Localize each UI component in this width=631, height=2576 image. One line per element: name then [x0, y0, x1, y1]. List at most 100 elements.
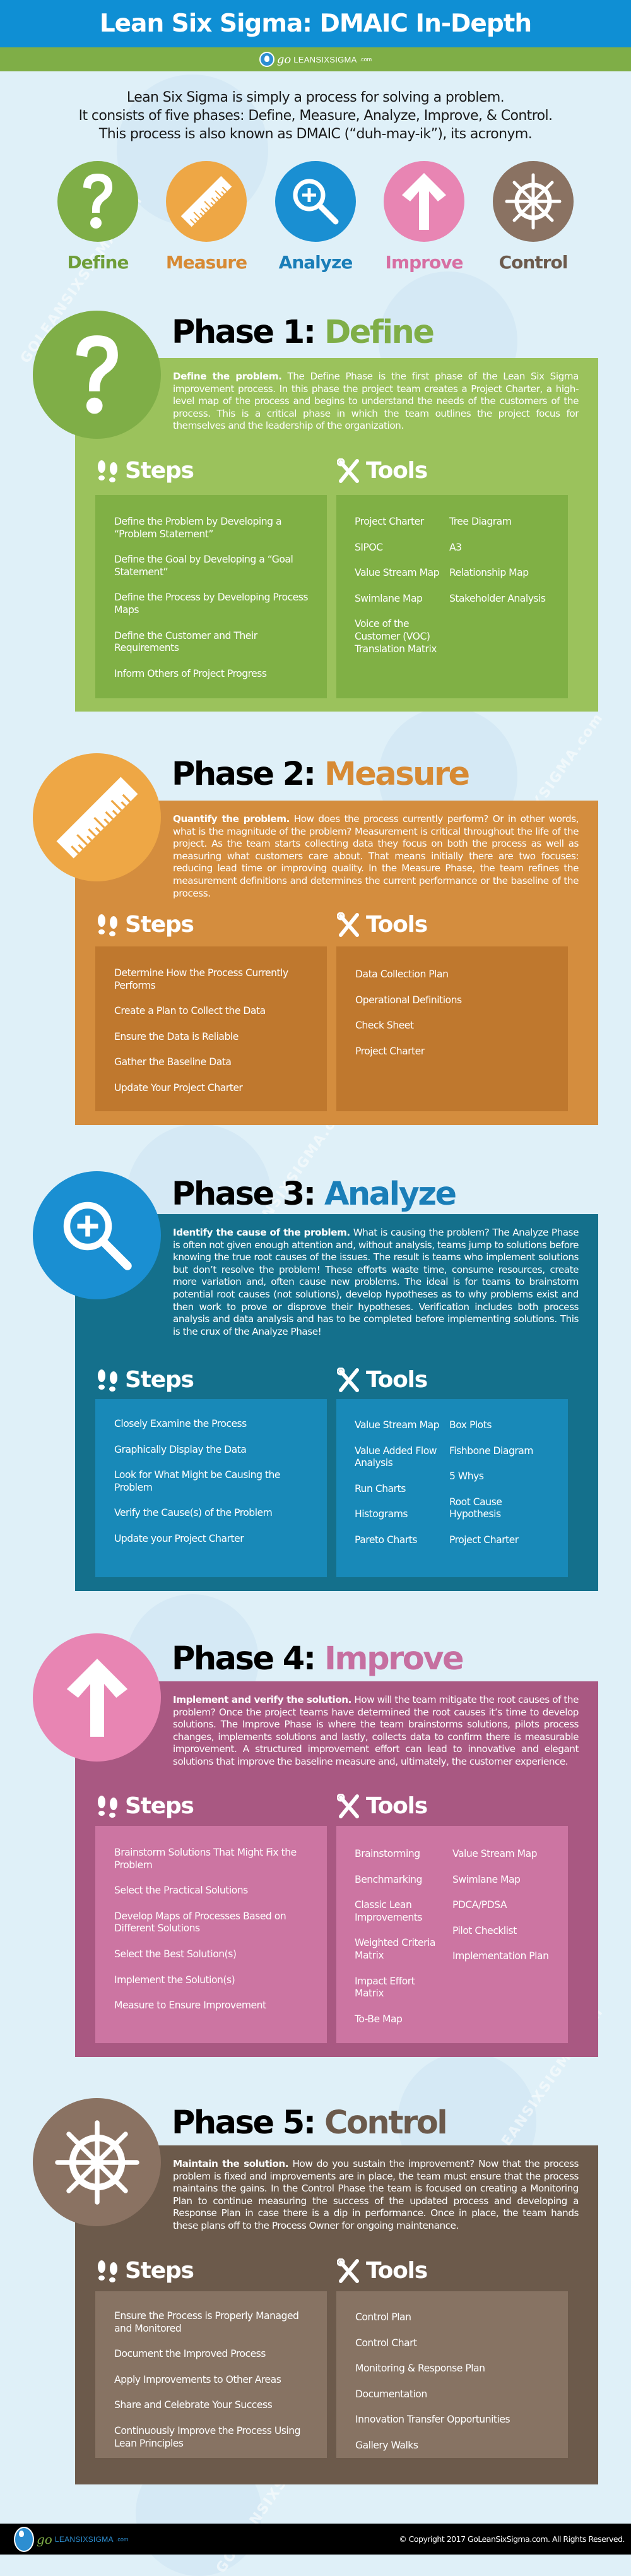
footer-brand-logo[interactable]: go LEANSIXSIGMA .com — [14, 2526, 129, 2552]
tool-item: To-Be Map — [355, 2013, 403, 2025]
step-item: Share and Celebrate Your Success — [114, 2399, 273, 2411]
tool-item: Weighted Criteria Matrix — [355, 1937, 435, 1961]
brand-go: go — [276, 52, 292, 66]
overview-define[interactable]: Define — [50, 161, 145, 273]
footer: go LEANSIXSIGMA .com © Copyright 2017 Go… — [0, 2524, 631, 2555]
brand-logo[interactable]: go LEANSIXSIGMA .com — [259, 52, 372, 67]
tool-item: Data Collection Plan — [355, 969, 449, 980]
tool-item: Voice of the Customer (VOC) Translation … — [355, 618, 437, 655]
step-item: Define the Goal by Developing a “Goal St… — [114, 554, 293, 578]
tool-item: Brainstorming — [355, 1848, 420, 1859]
steps-list: Closely Examine the Process Graphically … — [114, 1418, 314, 1559]
overview-label: Analyze — [278, 252, 353, 273]
tools-heading: Tools — [337, 458, 428, 484]
step-item: Document the Improved Process — [114, 2348, 266, 2360]
step-item: Ensure the Process is Properly Managed a… — [114, 2310, 299, 2334]
tool-item: Value Added Flow Analysis — [355, 1445, 437, 1469]
tools-column: Box Plots Fishbone Diagram 5 Whys Root C… — [449, 1419, 547, 1560]
step-item: Continuously Improve the Process Using L… — [114, 2424, 300, 2449]
overview-label: Measure — [165, 252, 247, 273]
phase-name: Analyze — [324, 1176, 457, 1213]
phase-prefix: Phase 5: — [172, 2104, 324, 2142]
steps-list: Ensure the Process is Properly Managed a… — [114, 2310, 314, 2463]
overview-circle — [493, 161, 574, 242]
steps-box: Define the Problem by Developing a “Prob… — [95, 495, 327, 698]
step-item: Apply Improvements to Other Areas — [114, 2373, 281, 2385]
tools-box: Data Collection Plan Operational Definit… — [336, 946, 568, 1111]
phase-measure-circle — [33, 753, 161, 881]
step-item: Verify the Cause(s) of the Problem — [114, 1507, 273, 1519]
tools-column: Brainstorming Benchmarking Classic Lean … — [355, 1848, 446, 2039]
magnifier-plus-icon — [293, 179, 339, 225]
overview-control[interactable]: Control — [486, 161, 581, 273]
page-title: Lean Six Sigma: DMAIC In-Depth — [99, 9, 532, 38]
phase-name: Define — [324, 314, 435, 351]
steps-list: Brainstorm Solutions That Might Fix the … — [114, 1847, 314, 2025]
tool-item: Control Plan — [355, 2311, 411, 2323]
overview-circle — [384, 161, 464, 242]
tool-item: 5 Whys — [449, 1470, 484, 1482]
tools-label: Tools — [366, 1793, 428, 1819]
phase-analyze-circle — [33, 1171, 161, 1299]
phase-name: Measure — [324, 756, 470, 793]
tools-grid: Brainstorming Benchmarking Classic Lean … — [355, 1848, 562, 2039]
phase-lead: Maintain the solution. — [173, 2158, 289, 2169]
tool-item: Classic Lean Improvements — [355, 1899, 423, 1923]
wrench-screwdriver-icon — [337, 1793, 359, 1818]
tool-item: Value Stream Map — [355, 567, 440, 579]
wrench-screwdriver-icon — [337, 1367, 359, 1392]
overview-improve[interactable]: Improve — [377, 161, 471, 273]
tool-item: Control Chart — [355, 2337, 417, 2349]
phase-improve-title: Phase 4: Improve — [172, 1640, 464, 1678]
tools-label: Tools — [366, 1367, 428, 1393]
title-bar: Lean Six Sigma: DMAIC In-Depth — [0, 0, 631, 47]
step-item: Update your Project Charter — [114, 1532, 244, 1544]
step-item: Gather the Baseline Data — [114, 1056, 232, 1068]
wrench-screwdriver-icon — [337, 2258, 359, 2283]
intro-line: This process is also known as DMAIC (“du… — [98, 126, 533, 142]
question-mark-icon — [76, 335, 118, 414]
arrow-up-icon — [402, 173, 446, 230]
brand-com: .com — [115, 2536, 129, 2543]
step-item: Inform Others of Project Progress — [114, 667, 267, 679]
phase-prefix: Phase 2: — [172, 756, 324, 793]
steps-box: Ensure the Process is Properly Managed a… — [95, 2291, 327, 2458]
phase-body: What is causing the problem? The Analyze… — [173, 1227, 579, 1337]
phase-define-title: Phase 1: Define — [172, 314, 435, 351]
step-item: Brainstorm Solutions That Might Fix the … — [114, 1847, 297, 1871]
steps-heading: Steps — [96, 2258, 194, 2284]
ship-wheel-icon — [505, 173, 562, 230]
overview-measure[interactable]: Measure — [159, 161, 254, 273]
ruler-icon — [56, 777, 138, 858]
step-item: Graphically Display the Data — [114, 1443, 247, 1455]
phase-prefix: Phase 4: — [172, 1640, 324, 1678]
steps-heading: Steps — [96, 912, 194, 938]
tool-item: Project Charter — [355, 1045, 425, 1057]
footprints-icon — [98, 2260, 117, 2282]
phase-name: Improve — [324, 1640, 464, 1678]
brand-go: go — [37, 2531, 52, 2547]
steps-box: Determine How the Process Currently Perf… — [95, 946, 327, 1111]
tool-item: Swimlane Map — [355, 592, 423, 604]
step-item: Update Your Project Charter — [114, 1082, 243, 1094]
tools-column: Value Stream Map Swimlane Map PDCA/PDSA … — [452, 1848, 550, 2039]
question-mark-icon — [83, 174, 112, 229]
phase-description: Maintain the solution. How do you sustai… — [173, 2158, 579, 2233]
phase-control-title: Phase 5: Control — [172, 2104, 448, 2142]
tool-item: A3 — [449, 541, 462, 553]
overview-circle — [166, 161, 247, 242]
tool-item: Run Charts — [355, 1482, 406, 1494]
tool-item: Fishbone Diagram — [449, 1445, 534, 1457]
step-item: Define the Customer and Their Requiremen… — [114, 629, 257, 654]
magnifier-plus-icon — [63, 1202, 132, 1270]
phase-improve-panel: Implement and verify the solution. How w… — [75, 1681, 598, 2057]
brand-name: LEANSIXSIGMA — [293, 54, 357, 64]
tools-box: Control Plan Control Chart Monitoring & … — [336, 2291, 568, 2458]
overview-analyze[interactable]: Analyze — [268, 161, 363, 273]
phase-improve-circle — [33, 1633, 161, 1762]
tools-label: Tools — [366, 458, 428, 484]
footprints-icon — [98, 1369, 117, 1392]
tool-item: Check Sheet — [355, 1020, 414, 1032]
overview-label: Improve — [385, 252, 464, 273]
footprints-icon — [98, 460, 117, 482]
